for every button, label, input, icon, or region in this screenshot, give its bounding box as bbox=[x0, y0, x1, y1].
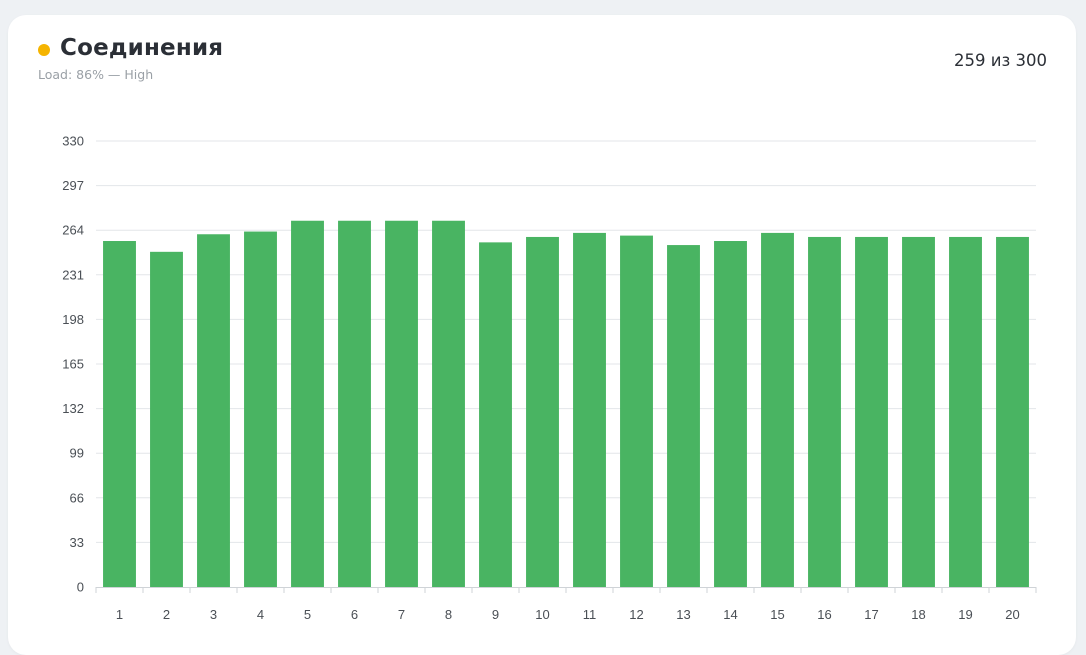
bar[interactable] bbox=[714, 241, 747, 587]
y-axis-ticks: 0 33 66 99 132 165 198 231 264 297 330 bbox=[62, 134, 84, 595]
x-tick-label: 12 bbox=[629, 607, 643, 622]
x-tick-label: 11 bbox=[583, 607, 597, 622]
x-tick-label: 1 bbox=[116, 607, 123, 622]
bar[interactable] bbox=[244, 231, 277, 587]
y-tick-label: 264 bbox=[62, 223, 84, 238]
y-tick-label: 165 bbox=[62, 357, 84, 372]
x-tick-label: 19 bbox=[958, 607, 972, 622]
x-tick-label: 2 bbox=[163, 607, 170, 622]
gridlines bbox=[96, 140, 1036, 543]
bar[interactable] bbox=[103, 241, 136, 587]
bar[interactable] bbox=[620, 235, 653, 587]
x-tick-label: 3 bbox=[210, 607, 217, 622]
x-tick-label: 17 bbox=[864, 607, 878, 622]
bar[interactable] bbox=[432, 220, 465, 588]
x-tick-label: 10 bbox=[535, 607, 549, 622]
x-axis-ticks: 1 2 3 4 5 6 7 8 9 10 11 12 13 14 15 16 17 18 19 20 bbox=[116, 607, 1020, 622]
bar[interactable] bbox=[385, 220, 418, 588]
connections-bar-chart: 0336699132165198231264297330 1 2 3 4 5 6 7 8 9 10… bbox=[62, 134, 1037, 622]
bar[interactable] bbox=[573, 232, 606, 588]
y-tick-label: 132 bbox=[62, 401, 84, 416]
y-tick-label: 297 bbox=[62, 178, 84, 193]
x-axis bbox=[95, 587, 1037, 593]
x-tick-label: 18 bbox=[911, 607, 925, 622]
bar[interactable] bbox=[291, 220, 324, 588]
x-tick-label: 14 bbox=[723, 607, 737, 622]
x-tick-label: 8 bbox=[445, 607, 452, 622]
y-tick-label: 66 bbox=[70, 490, 84, 505]
bar[interactable] bbox=[338, 220, 371, 588]
y-tick-label: 33 bbox=[70, 535, 84, 550]
x-tick-label: 6 bbox=[351, 607, 358, 622]
x-tick-label: 9 bbox=[492, 607, 499, 622]
x-tick-label: 13 bbox=[676, 607, 690, 622]
bar[interactable] bbox=[902, 236, 935, 587]
x-tick-label: 20 bbox=[1005, 607, 1019, 622]
bar[interactable] bbox=[479, 242, 512, 587]
bar[interactable] bbox=[855, 236, 888, 587]
y-tick-label: 198 bbox=[62, 312, 84, 327]
x-tick-label: 5 bbox=[304, 607, 311, 622]
bar[interactable] bbox=[197, 234, 230, 587]
bar[interactable] bbox=[150, 251, 183, 587]
x-tick-label: 16 bbox=[817, 607, 831, 622]
x-tick-label: 4 bbox=[257, 607, 264, 622]
bar[interactable] bbox=[808, 236, 841, 587]
y-tick-label: 330 bbox=[62, 134, 84, 149]
x-tick-label: 15 bbox=[770, 607, 784, 622]
bar[interactable] bbox=[526, 236, 559, 587]
bar[interactable] bbox=[949, 236, 982, 587]
y-tick-label: 0 bbox=[77, 580, 84, 595]
y-tick-label: 231 bbox=[62, 267, 84, 282]
bars bbox=[103, 220, 1029, 588]
bar[interactable] bbox=[761, 232, 794, 588]
x-tick-label: 7 bbox=[398, 607, 405, 622]
y-tick-label: 99 bbox=[70, 446, 84, 461]
bar[interactable] bbox=[996, 236, 1029, 587]
bar[interactable] bbox=[667, 245, 700, 588]
